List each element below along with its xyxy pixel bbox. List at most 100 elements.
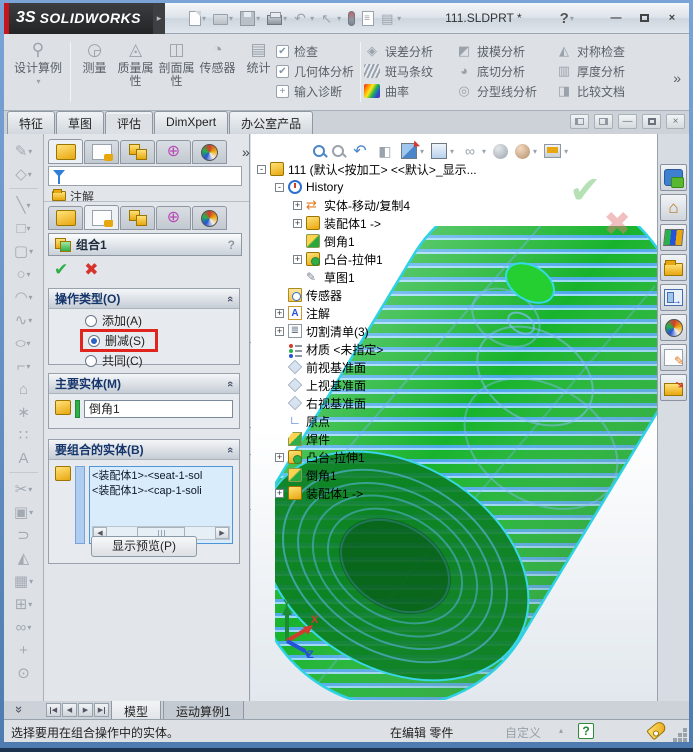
- minimize-doc-icon[interactable]: —: [618, 114, 637, 129]
- minimize-button[interactable]: —: [605, 10, 627, 26]
- print-button[interactable]: ▾: [265, 10, 289, 26]
- dropdown-icon[interactable]: ▾: [482, 147, 486, 156]
- first-tab-button[interactable]: ◀: [46, 703, 61, 717]
- import-diagnostics-button[interactable]: +输入诊断: [276, 83, 354, 99]
- dropdown-icon[interactable]: ▾: [28, 147, 32, 156]
- taskpane-forum-button[interactable]: [660, 164, 687, 191]
- close-doc-icon[interactable]: ×: [666, 114, 685, 129]
- radio-删减(S)[interactable]: [88, 335, 100, 347]
- dropdown-icon[interactable]: ▾: [29, 577, 33, 586]
- rebuild-button[interactable]: [346, 10, 357, 27]
- tree-item[interactable]: 前视基准面: [257, 358, 477, 376]
- tree-item[interactable]: +凸台-拉伸1: [257, 250, 477, 268]
- point-button[interactable]: ∗: [4, 401, 43, 424]
- collapse-icon[interactable]: -: [275, 183, 284, 192]
- tree-item[interactable]: +装配体1 ->: [257, 484, 477, 502]
- tree-item[interactable]: 右视基准面: [257, 394, 477, 412]
- tree-item[interactable]: -111 (默认<按加工> <<默认>_显示...: [257, 160, 477, 178]
- units-dropdown-icon[interactable]: ▴: [559, 726, 563, 735]
- dropdown-icon[interactable]: ▾: [27, 201, 31, 210]
- select-button[interactable]: ▾: [319, 10, 343, 27]
- appearances-button[interactable]: ▾: [515, 144, 537, 159]
- tree-item[interactable]: 焊件: [257, 430, 477, 448]
- taskpane-library-button[interactable]: [660, 224, 687, 251]
- geometry-analysis-button[interactable]: ✔几何体分析: [276, 63, 354, 79]
- circle-button[interactable]: ○▾: [4, 263, 43, 286]
- dropdown-icon[interactable]: ▾: [202, 14, 206, 23]
- close-button[interactable]: ×: [661, 10, 683, 26]
- dropdown-icon[interactable]: ▾: [283, 14, 287, 23]
- expand-icon[interactable]: +: [275, 489, 284, 498]
- dropdown-icon[interactable]: ▾: [28, 170, 32, 179]
- graphics-area[interactable]: ↶◧▾▾∞▾▾▾ -111 (默认<按加工> <<默认>_显示...-Histo…: [251, 134, 657, 701]
- dropdown-icon[interactable]: ▾: [397, 14, 401, 23]
- last-tab-button[interactable]: ▶: [94, 703, 109, 717]
- group-header[interactable]: 主要实体(M) «: [49, 374, 239, 394]
- hide-show-items-button[interactable]: ∞▾: [461, 142, 486, 160]
- ok-button[interactable]: ✔: [54, 260, 68, 280]
- mirror-entities-button[interactable]: ◭: [4, 547, 43, 570]
- sketch-button[interactable]: ✎▾: [4, 140, 43, 163]
- help-icon[interactable]: ?: [560, 10, 569, 27]
- toolbar-more-icon[interactable]: »: [12, 706, 27, 713]
- cancel-button[interactable]: ✖: [84, 260, 98, 280]
- tab-特征[interactable]: 特征: [7, 111, 55, 136]
- group-header[interactable]: 要组合的实体(B) «: [49, 440, 239, 460]
- collapse-icon[interactable]: «: [224, 295, 236, 301]
- dropdown-icon[interactable]: ▾: [29, 293, 33, 302]
- dropdown-icon[interactable]: ▾: [28, 600, 32, 609]
- zoom-area-button[interactable]: [332, 145, 344, 157]
- tag-icon[interactable]: [646, 720, 668, 741]
- symmetry-check-button[interactable]: ◭对称检查: [556, 43, 625, 59]
- expand-icon[interactable]: +: [293, 201, 302, 210]
- instant2d-button[interactable]: ⊙: [4, 662, 43, 685]
- dropdown-icon[interactable]: ▾: [29, 247, 33, 256]
- panel-tabs-overflow[interactable]: »: [242, 144, 250, 160]
- zoom-fit-button[interactable]: [313, 145, 325, 157]
- thickness-analysis-button[interactable]: ▥厚度分析: [556, 63, 625, 79]
- arc-button[interactable]: ◠▾: [4, 286, 43, 309]
- undo-button[interactable]: ▾: [292, 10, 316, 27]
- expand-icon[interactable]: +: [275, 453, 284, 462]
- dropdown-icon[interactable]: ▾: [27, 623, 31, 632]
- dropdown-icon[interactable]: ▾: [26, 362, 30, 371]
- configurationmanager-tab[interactable]: [120, 140, 155, 164]
- new-file-button[interactable]: ▾: [187, 10, 208, 27]
- file-properties-button[interactable]: [360, 10, 376, 27]
- convert-entities-button[interactable]: ▣▾: [4, 501, 43, 524]
- trim-entities-button[interactable]: ✂▾: [4, 478, 43, 501]
- tree-item[interactable]: 草图1: [257, 268, 477, 286]
- rectangle-button[interactable]: □▾: [4, 217, 43, 240]
- prev-tab-button[interactable]: ◀: [62, 703, 77, 717]
- tree-item[interactable]: 倒角1: [257, 466, 477, 484]
- dropdown-icon[interactable]: ▾: [337, 14, 341, 23]
- taskpane-palette-button[interactable]: [660, 284, 687, 311]
- menu-flyout-arrow-icon[interactable]: ▸: [153, 3, 165, 34]
- add-relation-button[interactable]: +: [4, 639, 43, 662]
- restore-doc-icon[interactable]: [642, 114, 661, 129]
- tree-item[interactable]: 传感器: [257, 286, 477, 304]
- shadows-button[interactable]: [493, 144, 508, 159]
- propertymanager-tab[interactable]: [84, 140, 119, 164]
- propertymanager-tab[interactable]: [84, 205, 119, 230]
- expand-icon[interactable]: +: [275, 327, 284, 336]
- dropdown-icon[interactable]: ▾: [420, 147, 424, 156]
- resize-grip[interactable]: [683, 728, 687, 732]
- curvature-button[interactable]: 曲率: [364, 83, 433, 99]
- confirmation-corner-ok-icon[interactable]: ✔: [569, 168, 601, 213]
- smart-dimension-button[interactable]: ◇▾: [4, 163, 43, 186]
- dimxpertmanager-tab[interactable]: [156, 140, 191, 164]
- collapse-icon[interactable]: «: [224, 446, 236, 452]
- confirmation-corner-cancel-icon[interactable]: ✖: [603, 204, 631, 243]
- dropdown-icon[interactable]: ▾: [229, 14, 233, 23]
- radio-添加(A)[interactable]: [85, 315, 97, 327]
- dropdown-icon[interactable]: ▾: [564, 147, 568, 156]
- display-relations-button[interactable]: ∞▾: [4, 616, 43, 639]
- main-body-field[interactable]: 倒角1: [84, 400, 233, 418]
- tree-item[interactable]: +注解: [257, 304, 477, 322]
- ribbon-overflow-button[interactable]: »: [673, 70, 681, 86]
- slot-button[interactable]: ▢▾: [4, 240, 43, 263]
- offset-entities-button[interactable]: ⊃: [4, 524, 43, 547]
- body-list-item[interactable]: <装配体1>-<cap-1-soli: [92, 484, 230, 499]
- spline-button[interactable]: ∿▾: [4, 309, 43, 332]
